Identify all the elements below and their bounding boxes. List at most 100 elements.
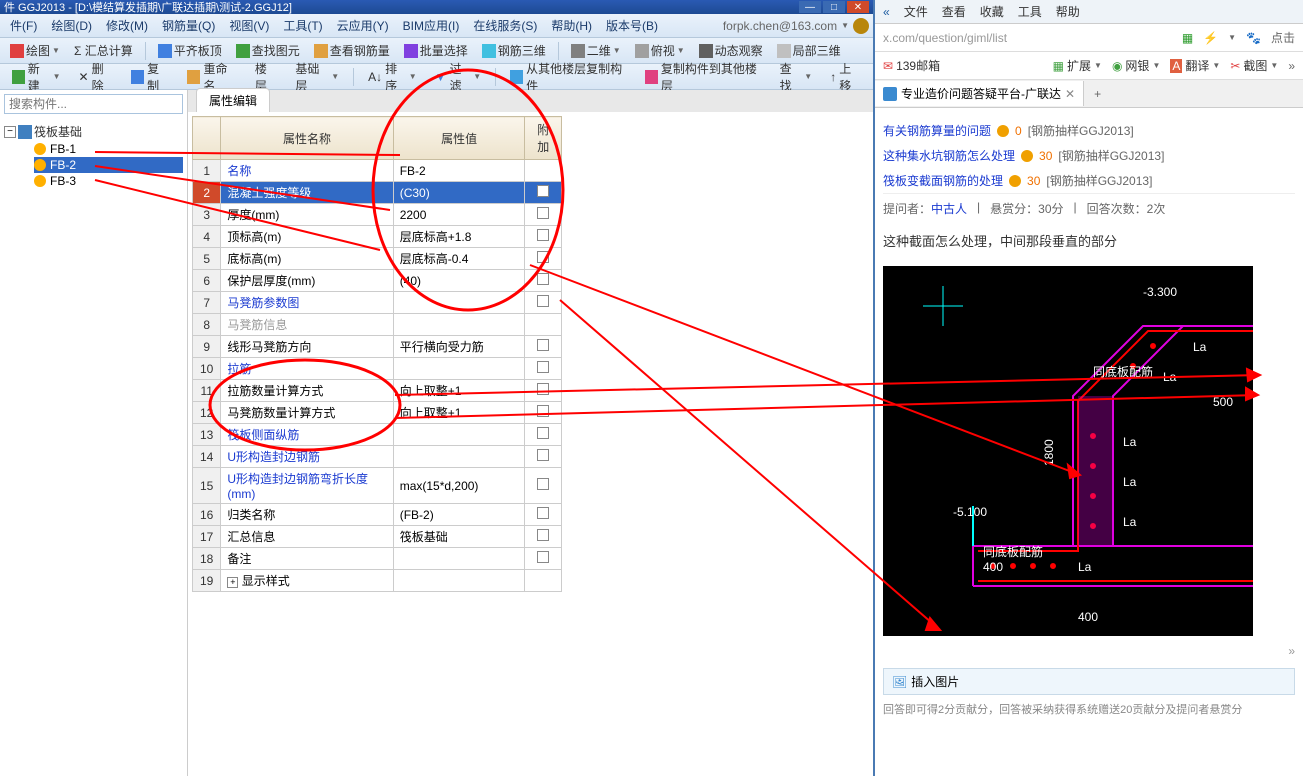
prop-row[interactable]: 13筏板侧面纵筋 [193,424,562,446]
tree-item-fb1[interactable]: FB-1 [34,141,183,157]
prop-extra[interactable] [525,182,562,204]
prop-row[interactable]: 14U形构造封边钢筋 [193,446,562,468]
paw-icon[interactable]: 🐾 [1246,31,1261,45]
minimize-button[interactable]: — [799,1,821,13]
checkbox[interactable] [537,207,549,219]
browser-tab-active[interactable]: 专业造价问题答疑平台-广联达 ✕ [875,81,1084,106]
menu-version[interactable]: 版本号(B) [600,15,664,36]
prop-value[interactable]: 筏板基础 [393,526,525,548]
bookmark-ext[interactable]: ▦扩展▼ [1053,57,1102,74]
menu-file[interactable]: 件(F) [4,15,43,36]
search-input[interactable] [4,94,183,114]
prop-value[interactable] [393,358,525,380]
checkbox[interactable] [537,478,549,490]
prop-extra[interactable] [525,226,562,248]
user-dropdown-icon[interactable]: ▼ [841,21,849,30]
prop-value[interactable]: (C30) [393,182,525,204]
prop-value[interactable]: 向上取整+1 [393,402,525,424]
bookmark-trans[interactable]: A翻译▼ [1170,57,1220,74]
prop-row[interactable]: 12马凳筋数量计算方式向上取整+1 [193,402,562,424]
prop-value[interactable]: max(15*d,200) [393,468,525,504]
prop-value[interactable]: 层底标高-0.4 [393,248,525,270]
prop-extra[interactable] [525,446,562,468]
prop-row[interactable]: 16归类名称(FB-2) [193,504,562,526]
prop-row[interactable]: 10拉筋 [193,358,562,380]
prop-row[interactable]: 2混凝土强度等级(C30) [193,182,562,204]
prop-extra[interactable] [525,204,562,226]
menu-cloud[interactable]: 云应用(Y) [331,15,395,36]
prop-extra[interactable] [525,504,562,526]
prop-extra[interactable] [525,402,562,424]
prop-extra[interactable] [525,248,562,270]
maximize-button[interactable]: □ [823,1,845,13]
overflow-icon[interactable]: » [1288,59,1295,73]
menu-online[interactable]: 在线服务(S) [467,15,543,36]
prop-row[interactable]: 18备注 [193,548,562,570]
prop-value[interactable]: 平行横向受力筋 [393,336,525,358]
menu-bim[interactable]: BIM应用(I) [397,15,466,36]
checkbox[interactable] [537,185,549,197]
prop-row[interactable]: 9线形马凳筋方向平行横向受力筋 [193,336,562,358]
prop-row[interactable]: 19+ 显示样式 [193,570,562,592]
prop-value[interactable] [393,424,525,446]
tree-root[interactable]: − 筏板基础 [4,122,183,141]
prop-value[interactable]: 向上取整+1 [393,380,525,402]
bmenu-fav[interactable]: 收藏 [980,3,1004,20]
checkbox[interactable] [537,295,549,307]
prop-value[interactable] [393,314,525,336]
prop-row[interactable]: 8马凳筋信息 [193,314,562,336]
menu-edit[interactable]: 修改(M) [100,15,154,36]
prop-row[interactable]: 4顶标高(m)层底标高+1.8 [193,226,562,248]
qa-title-link[interactable]: 有关钢筋算量的问题 [883,122,991,139]
component-tree[interactable]: − 筏板基础 FB-1 FB-2 FB-3 [0,118,187,776]
menu-draw[interactable]: 绘图(D) [45,15,98,36]
prop-extra[interactable] [525,314,562,336]
qa-title-link[interactable]: 筏板变截面钢筋的处理 [883,172,1003,189]
prop-value[interactable] [393,446,525,468]
bmenu-file[interactable]: 文件 [904,3,928,20]
checkbox[interactable] [537,229,549,241]
new-tab-button[interactable]: + [1084,83,1111,105]
close-button[interactable]: ✕ [847,1,869,13]
checkbox[interactable] [537,273,549,285]
prop-value[interactable] [393,570,525,592]
prop-row[interactable]: 1名称FB-2 [193,160,562,182]
qa-title-link[interactable]: 这种集水坑钢筋怎么处理 [883,147,1015,164]
tree-collapse-icon[interactable]: − [4,126,16,138]
prop-row[interactable]: 3厚度(mm)2200 [193,204,562,226]
bmenu-help[interactable]: 帮助 [1056,3,1080,20]
prop-extra[interactable] [525,526,562,548]
prop-extra[interactable] [525,336,562,358]
prop-row[interactable]: 5底标高(m)层底标高-0.4 [193,248,562,270]
prop-extra[interactable] [525,570,562,592]
bookmark-shot[interactable]: ✂截图▼ [1230,57,1278,74]
prop-extra[interactable] [525,358,562,380]
tree-item-fb3[interactable]: FB-3 [34,173,183,189]
prop-row[interactable]: 6保护层厚度(mm)(40) [193,270,562,292]
addr-dropdown-icon[interactable]: ▼ [1228,33,1236,42]
prop-value[interactable]: (40) [393,270,525,292]
prop-extra[interactable] [525,468,562,504]
bookmark-bank[interactable]: ◉网银▼ [1112,57,1160,74]
prop-value[interactable] [393,292,525,314]
prop-extra[interactable] [525,380,562,402]
flash-icon[interactable]: ⚡ [1203,31,1218,45]
checkbox[interactable] [537,529,549,541]
menu-tools[interactable]: 工具(T) [277,15,328,36]
prop-row[interactable]: 17汇总信息筏板基础 [193,526,562,548]
prop-extra[interactable] [525,270,562,292]
checkbox[interactable] [537,449,549,461]
checkbox[interactable] [537,383,549,395]
qr-icon[interactable]: ▦ [1182,31,1193,45]
prop-value[interactable]: FB-2 [393,160,525,182]
tab-close-icon[interactable]: ✕ [1065,87,1075,101]
insert-picture-bar[interactable]: 🖼 插入图片 [883,668,1295,695]
prop-extra[interactable] [525,160,562,182]
checkbox[interactable] [537,405,549,417]
menu-view[interactable]: 视图(V) [223,15,275,36]
checkbox[interactable] [537,251,549,263]
prop-row[interactable]: 15U形构造封边钢筋弯折长度(mm)max(15*d,200) [193,468,562,504]
bmenu-view[interactable]: 查看 [942,3,966,20]
prop-extra[interactable] [525,548,562,570]
checkbox[interactable] [537,551,549,563]
